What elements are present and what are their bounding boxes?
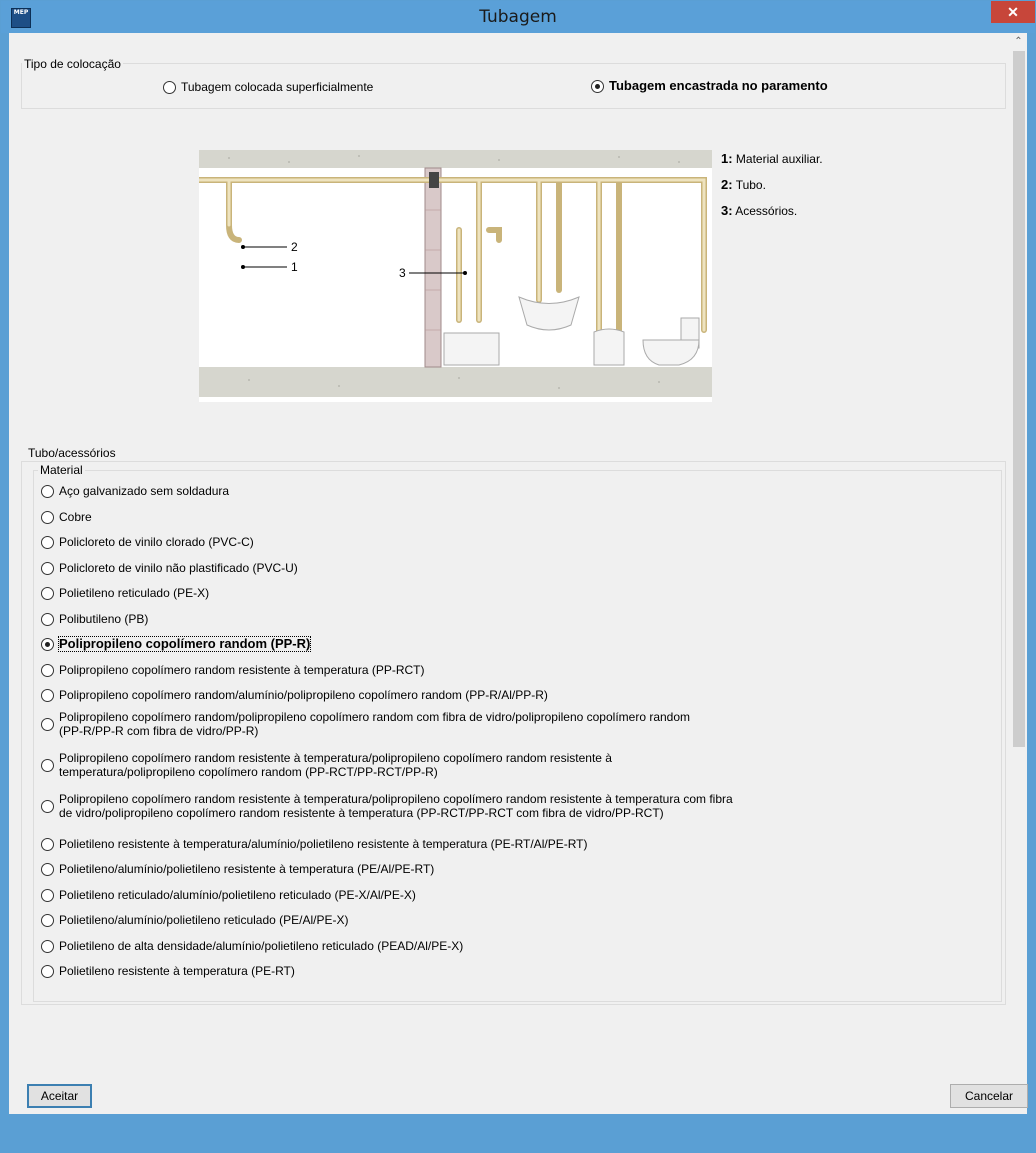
placement-legend: Tipo de colocação	[22, 57, 123, 71]
scroll-up-icon[interactable]: ⌃	[1010, 33, 1027, 50]
material-label: Polipropileno copolímero random resisten…	[59, 750, 612, 779]
radio-label: Tubagem colocada superficialmente	[181, 80, 374, 94]
radio-surface[interactable]: Tubagem colocada superficialmente	[163, 80, 373, 94]
material-option[interactable]: Polipropileno copolímero random/alumínio…	[41, 688, 548, 702]
radio-label: Tubagem encastrada no paramento	[609, 78, 828, 93]
dialog-window: MEP Tubagem ✕ Tipo de colocação Tubagem …	[0, 0, 1036, 1153]
radio-circle	[41, 510, 54, 524]
material-label: Aço galvanizado sem soldadura	[59, 484, 230, 498]
legend-item: 1: Material auxiliar.	[721, 151, 823, 166]
radio-circle	[41, 914, 54, 927]
material-label: Policloreto de vinilo clorado (PVC-C)	[59, 535, 254, 549]
material-option[interactable]: Polipropileno copolímero random/poliprop…	[41, 710, 690, 738]
dialog-body: Tipo de colocação Tubagem colocada super…	[9, 33, 1028, 1114]
material-option[interactable]: Cobre	[41, 510, 92, 524]
material-label: Polipropileno copolímero random/alumínio…	[59, 688, 548, 702]
material-option[interactable]: Polietileno resistente à temperatura/alu…	[41, 837, 587, 851]
accept-button[interactable]: Aceitar	[27, 1084, 92, 1108]
material-label: Polietileno reticulado (PE-X)	[59, 586, 210, 600]
radio-circle	[41, 799, 54, 813]
material-option[interactable]: Polipropileno copolímero random (PP-R)	[41, 636, 312, 652]
material-option[interactable]: Policloreto de vinilo não plastificado (…	[41, 561, 298, 575]
material-option[interactable]: Aço galvanizado sem soldadura	[41, 484, 229, 498]
radio-circle	[41, 485, 54, 498]
radio-circle	[41, 638, 54, 651]
scroll-content[interactable]: Tipo de colocação Tubagem colocada super…	[9, 33, 1009, 1104]
material-option[interactable]: Polietileno/alumínio/polietileno resiste…	[41, 862, 434, 876]
material-label: Polipropileno copolímero random resisten…	[59, 791, 733, 820]
tube-legend: Tubo/acessórios	[26, 446, 118, 460]
radio-circle	[41, 689, 54, 702]
material-option[interactable]: Polipropileno copolímero random resisten…	[41, 751, 612, 779]
material-option[interactable]: Polietileno resistente à temperatura (PE…	[41, 964, 295, 978]
material-label: Polietileno resistente à temperatura (PE…	[59, 964, 295, 978]
radio-circle	[41, 663, 54, 677]
vertical-scrollbar[interactable]: ⌃ ⌄	[1010, 33, 1027, 1104]
diagram-legend: 1: Material auxiliar. 2: Tubo. 3: Acessó…	[721, 151, 823, 229]
radio-circle	[41, 612, 54, 626]
scroll-thumb[interactable]	[1013, 51, 1025, 747]
material-label: Polietileno/alumínio/polietileno reticul…	[59, 913, 349, 927]
material-label: Cobre	[59, 509, 92, 524]
radio-circle	[41, 965, 54, 978]
radio-circle	[41, 837, 54, 851]
material-label: Polipropileno copolímero random (PP-R)	[57, 636, 312, 652]
radio-circle	[41, 717, 54, 731]
radio-circle	[591, 80, 604, 93]
radio-circle	[41, 561, 54, 575]
radio-circle	[41, 863, 54, 876]
material-option[interactable]: Polietileno/alumínio/polietileno reticul…	[41, 913, 348, 927]
close-button[interactable]: ✕	[991, 1, 1035, 23]
installation-diagram: 2 1 3	[199, 150, 712, 402]
legend-item: 3: Acessórios.	[721, 203, 798, 218]
material-option[interactable]: Polietileno reticulado/alumínio/polietil…	[41, 888, 416, 902]
window-title: Tubagem	[479, 7, 557, 27]
legend-item: 2: Tubo.	[721, 177, 766, 192]
radio-circle	[41, 758, 54, 772]
material-label: Polipropileno copolímero random resisten…	[59, 662, 425, 677]
material-label: Polietileno de alta densidade/alumínio/p…	[59, 938, 464, 953]
material-label: Policloreto de vinilo não plastificado (…	[59, 560, 298, 575]
material-option[interactable]: Polibutileno (PB)	[41, 612, 148, 626]
callout-2: 2	[291, 240, 298, 254]
radio-circle	[41, 888, 54, 902]
material-label: Polipropileno copolímero random/poliprop…	[59, 709, 691, 738]
material-option[interactable]: Polietileno reticulado (PE-X)	[41, 586, 209, 600]
material-option[interactable]: Polipropileno copolímero random resisten…	[41, 792, 733, 820]
material-label: Polibutileno (PB)	[59, 611, 149, 626]
cancel-button[interactable]: Cancelar	[950, 1084, 1028, 1108]
material-option[interactable]: Polietileno de alta densidade/alumínio/p…	[41, 939, 463, 953]
material-label: Polietileno reticulado/alumínio/polietil…	[59, 887, 416, 902]
material-option[interactable]: Polipropileno copolímero random resisten…	[41, 663, 425, 677]
callout-1: 1	[291, 260, 298, 274]
radio-circle	[163, 81, 176, 94]
callout-3: 3	[399, 266, 406, 280]
radio-circle	[41, 587, 54, 600]
radio-circle	[41, 536, 54, 549]
material-label: Polietileno resistente à temperatura/alu…	[59, 836, 588, 851]
title-bar[interactable]: MEP Tubagem ✕	[1, 1, 1035, 33]
material-legend: Material	[38, 463, 85, 477]
radio-circle	[41, 939, 54, 953]
close-icon: ✕	[1007, 4, 1019, 20]
material-option[interactable]: Policloreto de vinilo clorado (PVC-C)	[41, 535, 254, 549]
radio-embedded[interactable]: Tubagem encastrada no paramento	[591, 79, 828, 93]
material-label: Polietileno/alumínio/polietileno resiste…	[59, 862, 435, 876]
